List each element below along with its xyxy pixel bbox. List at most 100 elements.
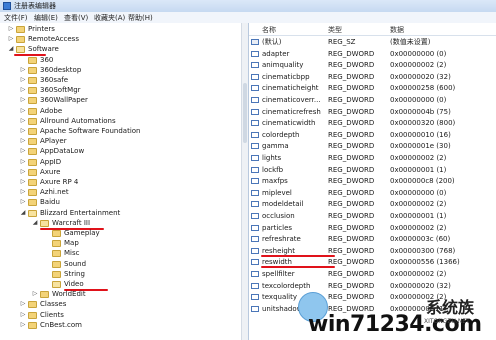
value-row[interactable]: cinematicheight REG_DWORD 0x00000258 (600) — [249, 83, 496, 93]
folder-icon — [28, 311, 37, 319]
value-row[interactable]: cinematicwidth REG_DWORD 0x00000320 (800) — [249, 118, 496, 128]
value-name: occlusion — [262, 212, 295, 220]
tree-node[interactable]: ▷ Axure — [0, 167, 240, 177]
tree-node[interactable]: ▷ Allround Automations — [0, 116, 240, 126]
tree-node[interactable]: Misc — [0, 248, 240, 258]
value-row[interactable]: maxfps REG_DWORD 0x000000c8 (200) — [249, 176, 496, 186]
registry-tree-pane[interactable]: ▷ Printers ▷ RemoteAccess ◢ Software 360 ▷ 360de… — [0, 23, 249, 340]
collapsed-arrow-icon[interactable]: ▷ — [20, 299, 26, 309]
folder-icon — [28, 87, 37, 95]
value-row[interactable]: particles REG_DWORD 0x00000002 (2) — [249, 223, 496, 233]
tree-node[interactable]: ▷ 360WallPaper — [0, 95, 240, 105]
collapsed-arrow-icon[interactable]: ▷ — [20, 197, 26, 207]
column-header-data[interactable]: 数据 — [390, 25, 404, 35]
collapsed-arrow-icon[interactable]: ▷ — [20, 146, 26, 156]
folder-icon — [28, 301, 37, 309]
tree-node[interactable]: Map — [0, 238, 240, 248]
value-row[interactable]: cinematicrefresh REG_DWORD 0x0000004b (75) — [249, 107, 496, 117]
collapsed-arrow-icon[interactable]: ▷ — [32, 289, 38, 299]
tree-node[interactable]: ▷ Apache Software Foundation — [0, 126, 240, 136]
value-row[interactable]: occlusion REG_DWORD 0x00000001 (1) — [249, 211, 496, 221]
menu-favorites[interactable]: 收藏夹(A) — [94, 13, 125, 23]
value-row[interactable]: spellfilter REG_DWORD 0x00000002 (2) — [249, 269, 496, 279]
menu-help[interactable]: 帮助(H) — [128, 13, 153, 23]
tree-node[interactable]: ▷ 360safe — [0, 75, 240, 85]
value-row[interactable]: colordepth REG_DWORD 0x00000010 (16) — [249, 130, 496, 140]
dword-value-icon — [251, 143, 259, 150]
value-type: REG_DWORD — [328, 212, 375, 220]
expanded-arrow-icon[interactable]: ◢ — [32, 218, 38, 228]
collapsed-arrow-icon[interactable]: ▷ — [20, 187, 26, 197]
collapsed-arrow-icon[interactable]: ▷ — [20, 95, 26, 105]
collapsed-arrow-icon[interactable]: ▷ — [20, 136, 26, 146]
header-divider — [249, 35, 496, 36]
value-row[interactable]: (默认) REG_SZ (数值未设置) — [249, 37, 496, 47]
value-row[interactable]: animquality REG_DWORD 0x00000002 (2) — [249, 60, 496, 70]
tree-node[interactable]: 360 — [0, 55, 240, 65]
tree-node[interactable]: ▷ 360SoftMgr — [0, 85, 240, 95]
menu-edit[interactable]: 编辑(E) — [34, 13, 58, 23]
tree-node[interactable]: ▷ Classes — [0, 299, 240, 309]
folder-icon — [52, 250, 61, 258]
tree-node[interactable]: ▷ Baidu — [0, 197, 240, 207]
collapsed-arrow-icon[interactable]: ▷ — [8, 34, 14, 44]
tree-node[interactable]: ▷ Axure RP 4 — [0, 177, 240, 187]
tree-node[interactable]: ▷ APlayer — [0, 136, 240, 146]
tree-node[interactable]: ▷ AppID — [0, 157, 240, 167]
value-data: 0x0000004b (75) — [390, 107, 451, 116]
collapsed-arrow-icon[interactable]: ▷ — [20, 320, 26, 330]
tree-node[interactable]: ▷ WorldEdit — [0, 289, 240, 299]
collapsed-arrow-icon[interactable]: ▷ — [20, 85, 26, 95]
value-row[interactable]: refreshrate REG_DWORD 0x0000003c (60) — [249, 234, 496, 244]
value-row[interactable]: lights REG_DWORD 0x00000002 (2) — [249, 153, 496, 163]
value-row[interactable]: cinematicbpp REG_DWORD 0x00000020 (32) — [249, 72, 496, 82]
value-row[interactable]: cinematicoverr... REG_DWORD 0x00000000 (0) — [249, 95, 496, 105]
collapsed-arrow-icon[interactable]: ▷ — [20, 157, 26, 167]
dword-value-icon — [251, 305, 259, 312]
tree-node[interactable]: ▷ Adobe — [0, 106, 240, 116]
expanded-arrow-icon[interactable]: ◢ — [20, 208, 26, 218]
tree-node[interactable]: ◢ Software — [0, 44, 240, 54]
value-row[interactable]: miplevel REG_DWORD 0x00000000 (0) — [249, 188, 496, 198]
value-row[interactable]: modeldetail REG_DWORD 0x00000002 (2) — [249, 199, 496, 209]
dword-value-icon — [251, 155, 259, 161]
collapsed-arrow-icon[interactable]: ▷ — [20, 167, 26, 177]
tree-node-label: Sound — [64, 259, 87, 268]
collapsed-arrow-icon[interactable]: ▷ — [20, 65, 26, 75]
value-row[interactable]: adapter REG_DWORD 0x00000000 (0) — [249, 49, 496, 59]
column-header-type[interactable]: 类型 — [328, 25, 342, 35]
collapsed-arrow-icon[interactable]: ▷ — [8, 24, 14, 34]
menu-view[interactable]: 查看(V) — [64, 13, 88, 23]
folder-icon — [28, 179, 37, 186]
collapsed-arrow-icon[interactable]: ▷ — [20, 75, 26, 85]
collapsed-arrow-icon[interactable]: ▷ — [20, 310, 26, 320]
tree-node[interactable]: ▷ Printers — [0, 24, 240, 34]
collapsed-arrow-icon[interactable]: ▷ — [20, 177, 26, 187]
tree-node[interactable]: ▷ AppDataLow — [0, 146, 240, 156]
value-row[interactable]: lockfb REG_DWORD 0x00000001 (1) — [249, 165, 496, 175]
value-row[interactable]: gamma REG_DWORD 0x0000001e (30) — [249, 141, 496, 151]
menu-file[interactable]: 文件(F) — [4, 13, 28, 23]
tree-node[interactable]: ▷ 360desktop — [0, 65, 240, 75]
scrollbar-thumb[interactable] — [243, 83, 247, 143]
collapsed-arrow-icon[interactable]: ▷ — [20, 126, 26, 136]
tree-node[interactable]: Gameplay — [0, 228, 240, 238]
value-name: spellfilter — [262, 270, 295, 278]
dword-value-icon — [251, 97, 259, 103]
tree-node[interactable]: ◢ Warcraft III — [0, 218, 240, 228]
dword-value-icon — [251, 247, 259, 254]
tree-node[interactable]: Video — [0, 279, 240, 289]
tree-node[interactable]: ▷ RemoteAccess — [0, 34, 240, 44]
tree-node[interactable]: ▷ Clients — [0, 310, 240, 320]
tree-node[interactable]: Sound — [0, 259, 240, 269]
expanded-arrow-icon[interactable]: ◢ — [8, 44, 14, 54]
collapsed-arrow-icon[interactable]: ▷ — [20, 116, 26, 126]
tree-node[interactable]: ▷ CnBest.com — [0, 320, 240, 330]
tree-node[interactable]: ◢ Blizzard Entertainment — [0, 208, 240, 218]
tree-node[interactable]: String — [0, 269, 240, 279]
tree-node-label: APlayer — [40, 137, 67, 146]
tree-node[interactable]: ▷ Azhi.net — [0, 187, 240, 197]
column-header-name[interactable]: 名称 — [262, 25, 276, 35]
collapsed-arrow-icon[interactable]: ▷ — [20, 106, 26, 116]
tree-scrollbar[interactable] — [241, 23, 248, 340]
